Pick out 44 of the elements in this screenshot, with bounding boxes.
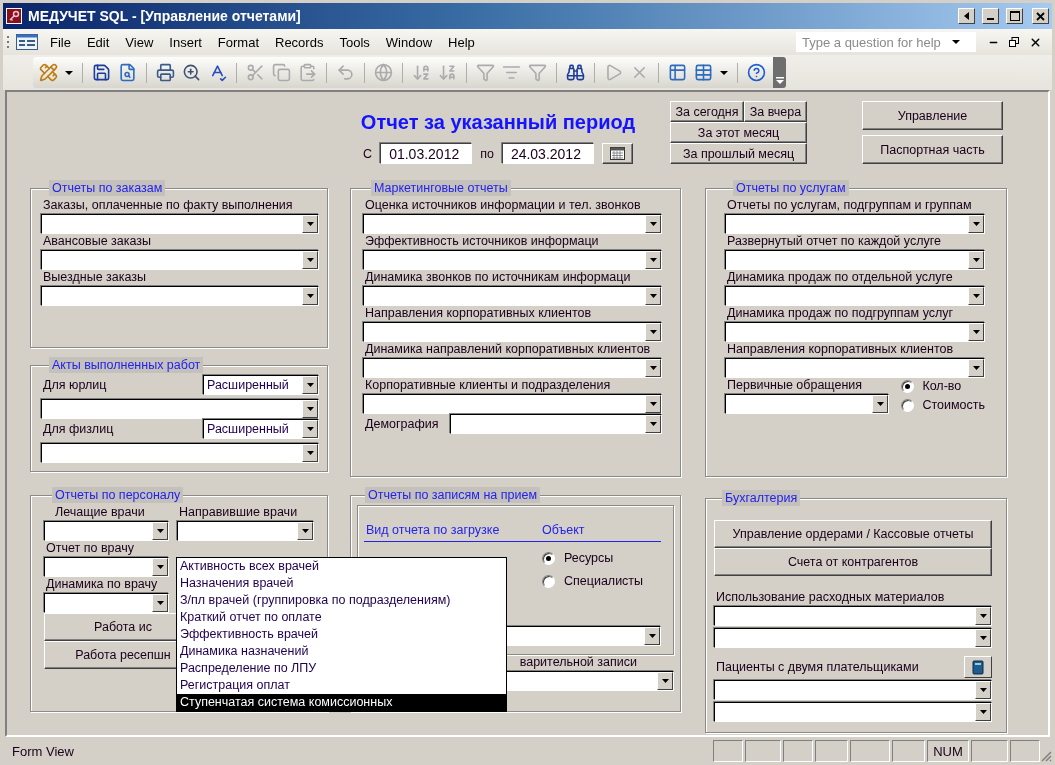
date-from-label: С xyxy=(363,146,373,161)
field-label: Направления корпоративных клиентов xyxy=(726,342,955,357)
field-label: Использование расходных материалов xyxy=(715,590,946,605)
radio-label: Кол-во xyxy=(922,379,962,393)
panel-title: Акты выполненных работ xyxy=(49,357,204,373)
field-label: Для юрлиц xyxy=(42,377,107,393)
field-label: варительной записи xyxy=(518,655,638,670)
field-label: Заказы, оплаченные по факту выполнения xyxy=(42,198,294,213)
column-header: Вид отчета по загрузке xyxy=(364,522,540,542)
field-label: Направления корпоративных клиентов xyxy=(364,306,593,321)
field-label: Для физлиц xyxy=(42,421,114,437)
field-label: Лечащие врачи xyxy=(54,505,146,520)
field-label: Динамика продаж по подгруппам услуг xyxy=(726,306,955,321)
radio-label: Специалисты xyxy=(564,574,644,588)
panel-title: Маркетинговые отчеты xyxy=(371,180,511,196)
field-label: Первичные обращения xyxy=(726,378,864,393)
field-label: Динамика продаж по отдельной услуге xyxy=(726,270,954,285)
column-header: Объект xyxy=(540,522,661,542)
radio-label: Ресурсы xyxy=(564,551,614,565)
status-indicator: NUM xyxy=(927,740,969,762)
form-title: Отчет за указанный период xyxy=(360,110,636,134)
field-label: Динамика направлений корпоративных клиентов xyxy=(364,342,652,357)
radio-label: Стоимость xyxy=(922,398,985,412)
field-label: Пациенты с двумя плательщиками xyxy=(715,659,919,675)
field-label: Авансовые заказы xyxy=(42,234,153,249)
panel-title: Отчеты по заказам xyxy=(49,180,166,196)
field-label: Динамика звонков по источникам информаци xyxy=(364,270,632,285)
field-label: Корпоративные клиенты и подразделения xyxy=(364,378,612,393)
panel-title: Бухгалтерия xyxy=(722,490,801,506)
field-label: Отчеты по услугам, подгруппам и группам xyxy=(726,198,973,213)
field-label: Динамика по врачу xyxy=(45,577,159,592)
field-label: Выездные заказы xyxy=(42,270,147,285)
panel-title: Отчеты по услугам xyxy=(733,180,849,196)
status-text: Form View xyxy=(12,743,74,759)
panel-title: Отчеты по записям на прием xyxy=(365,487,540,503)
window-title: МЕДУЧЕТ SQL - [Управление отчетами] xyxy=(28,8,301,24)
field-label: Направившие врачи xyxy=(178,505,299,520)
panel-title: Отчеты по персоналу xyxy=(52,487,184,503)
field-label: Оценка источников информации и тел. звонков xyxy=(364,198,642,213)
date-to-label: по xyxy=(480,146,494,161)
field-label: Развернутый отчет по каждой услуге xyxy=(726,234,942,249)
field-label: Эффективность источников информаци xyxy=(364,234,600,249)
field-label: Отчет по врачу xyxy=(45,541,135,556)
field-label: Демография xyxy=(364,416,439,432)
